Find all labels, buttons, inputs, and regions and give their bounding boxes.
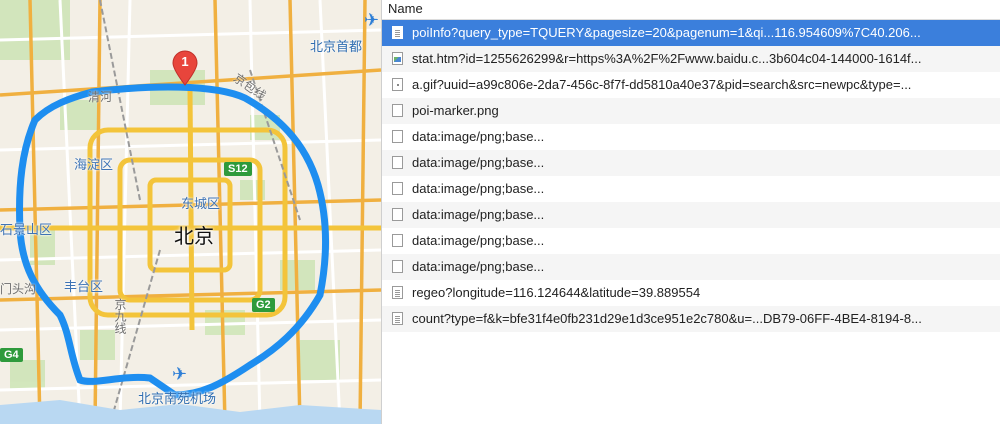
s12-road-shield: S12 <box>224 162 252 176</box>
image-placeholder-icon <box>392 156 403 169</box>
request-name: data:image/png;base... <box>412 233 545 248</box>
request-name: data:image/png;base... <box>412 181 545 196</box>
map-view[interactable]: 1 清河 京包线 海淀区 东城区 石景山区 丰台区 北京 门头沟 京九线 ✈ 北… <box>0 0 381 424</box>
request-name: poiInfo?query_type=TQUERY&pagesize=20&pa… <box>412 25 921 40</box>
poi-marker[interactable]: 1 <box>172 50 198 86</box>
g2-road-shield: G2 <box>252 298 275 312</box>
g4-road-shield: G4 <box>0 348 23 362</box>
request-row[interactable]: data:image/png;base... <box>382 202 1000 228</box>
request-row[interactable]: data:image/png;base... <box>382 254 1000 280</box>
airplane-icon: ✈ <box>172 364 188 385</box>
haidian-label: 海淀区 <box>74 158 114 173</box>
request-row[interactable]: data:image/png;base... <box>382 124 1000 150</box>
doc-icon <box>392 26 403 39</box>
doc-icon <box>392 312 403 325</box>
gif-icon <box>392 78 403 91</box>
request-row[interactable]: stat.htm?id=1255626299&r=https%3A%2F%2Fw… <box>382 46 1000 72</box>
marker-number: 1 <box>181 54 189 69</box>
request-row[interactable]: a.gif?uuid=a99c806e-2da7-456c-8f7f-dd581… <box>382 72 1000 98</box>
doc-icon <box>392 286 403 299</box>
image-placeholder-icon <box>392 104 403 117</box>
request-row[interactable]: data:image/png;base... <box>382 228 1000 254</box>
nanyuan-airport-label: 北京南苑机场 <box>138 392 217 407</box>
request-row[interactable]: poiInfo?query_type=TQUERY&pagesize=20&pa… <box>382 20 1000 46</box>
image-placeholder-icon <box>392 182 403 195</box>
beijing-city-label: 北京 <box>174 224 214 248</box>
request-name: count?type=f&k=bfe31f4e0fb231d29e1d3ce95… <box>412 311 922 326</box>
request-name: data:image/png;base... <box>412 259 545 274</box>
request-list: poiInfo?query_type=TQUERY&pagesize=20&pa… <box>382 20 1000 332</box>
shijingshan-label: 石景山区 <box>0 223 53 238</box>
image-placeholder-icon <box>392 130 403 143</box>
jingjiu-line-label: 京九线 <box>113 298 127 334</box>
request-name: stat.htm?id=1255626299&r=https%3A%2F%2Fw… <box>412 51 922 66</box>
airplane-icon: ✈ <box>364 10 380 31</box>
request-row[interactable]: poi-marker.png <box>382 98 1000 124</box>
image-icon <box>392 52 403 65</box>
request-row[interactable]: data:image/png;base... <box>382 176 1000 202</box>
request-row[interactable]: data:image/png;base... <box>382 150 1000 176</box>
capital-airport-label: 北京首都 <box>310 40 363 55</box>
request-name: a.gif?uuid=a99c806e-2da7-456c-8f7f-dd581… <box>412 77 912 92</box>
dongcheng-label: 东城区 <box>181 197 221 212</box>
request-row[interactable]: count?type=f&k=bfe31f4e0fb231d29e1d3ce95… <box>382 306 1000 332</box>
qinghe-label: 清河 <box>88 90 113 104</box>
mentougou-label: 门头沟 <box>0 282 37 296</box>
network-panel: Name poiInfo?query_type=TQUERY&pagesize=… <box>381 0 1000 424</box>
request-name: data:image/png;base... <box>412 207 545 222</box>
image-placeholder-icon <box>392 260 403 273</box>
request-name: data:image/png;base... <box>412 155 545 170</box>
request-name: data:image/png;base... <box>412 129 545 144</box>
request-row[interactable]: regeo?longitude=116.124644&latitude=39.8… <box>382 280 1000 306</box>
fengtai-label: 丰台区 <box>64 280 104 295</box>
image-placeholder-icon <box>392 234 403 247</box>
request-name: poi-marker.png <box>412 103 499 118</box>
request-name: regeo?longitude=116.124644&latitude=39.8… <box>412 285 701 300</box>
name-column-header[interactable]: Name <box>382 0 1000 20</box>
image-placeholder-icon <box>392 208 403 221</box>
